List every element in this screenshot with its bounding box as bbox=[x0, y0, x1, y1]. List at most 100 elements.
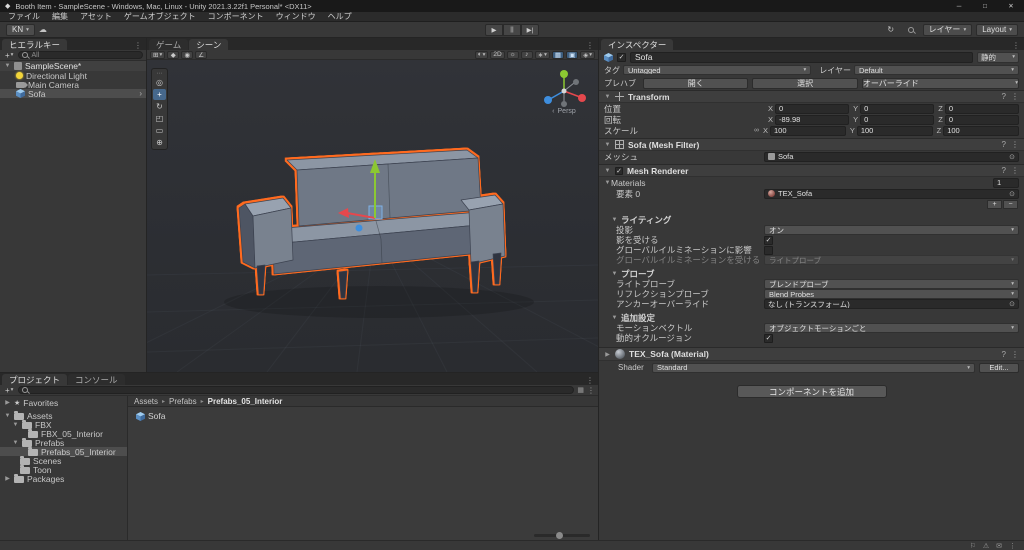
transform-header[interactable]: ▼ Transform ? ⋮ bbox=[599, 90, 1024, 103]
create-object-button[interactable]: + ▾ bbox=[3, 51, 15, 60]
orientation-toggle[interactable]: ◉ bbox=[181, 50, 194, 59]
tab-hierarchy[interactable]: ヒエラルキー bbox=[2, 39, 68, 50]
project-content[interactable]: Assets ▸ Prefabs ▸ Prefabs_05_Interior S… bbox=[128, 396, 598, 540]
dynamic-occlusion-checkbox[interactable]: ✓ bbox=[764, 333, 773, 343]
hierarchy-item-main-camera[interactable]: Main Camera bbox=[0, 80, 146, 90]
more-icon[interactable]: ⋮ bbox=[582, 376, 598, 385]
materials-row[interactable]: ▼ Materials 1 bbox=[599, 177, 1024, 188]
more-icon[interactable]: ⋮ bbox=[1008, 41, 1024, 50]
2d-toggle[interactable]: 2D bbox=[490, 50, 505, 59]
grid-settings-dropdown[interactable]: ⊞ ▾ bbox=[150, 50, 166, 59]
foldout-icon[interactable]: ▼ bbox=[604, 94, 611, 100]
scale-x-field[interactable]: 100 bbox=[770, 125, 846, 136]
thumbnail-size-slider[interactable] bbox=[534, 532, 590, 539]
foldout-icon[interactable]: ▼ bbox=[604, 168, 611, 174]
menu-file[interactable]: ファイル bbox=[2, 11, 46, 22]
menu-help[interactable]: ヘルプ bbox=[322, 11, 358, 22]
rotation-y-field[interactable]: 0 bbox=[860, 114, 935, 125]
grid-visibility-toggle[interactable]: ▦ bbox=[551, 50, 565, 59]
render-mode-dropdown[interactable]: ◐ ▾ bbox=[474, 50, 489, 59]
foldout-icon[interactable]: ▼ bbox=[611, 271, 618, 277]
more-icon[interactable]: ⋮ bbox=[582, 41, 598, 50]
notification-flag-icon[interactable]: ⚐ bbox=[970, 542, 976, 550]
move-tool-button[interactable]: + bbox=[153, 89, 166, 100]
position-y-field[interactable]: 0 bbox=[860, 103, 935, 114]
search-button[interactable] bbox=[903, 24, 919, 36]
hidden-packages-icon[interactable]: ▦ bbox=[577, 386, 584, 394]
scale-y-field[interactable]: 100 bbox=[856, 125, 933, 136]
move-gizmo[interactable] bbox=[147, 60, 598, 372]
foldout-icon[interactable]: ▼ bbox=[4, 63, 11, 69]
menu-gameobject[interactable]: ゲームオブジェクト bbox=[118, 11, 202, 22]
help-icon[interactable]: ? bbox=[1002, 92, 1006, 101]
perspective-label[interactable]: ‹ Persp bbox=[534, 108, 594, 115]
project-folder-prefabs-05-interior[interactable]: Prefabs_05_Interior bbox=[0, 446, 127, 457]
position-z-field[interactable]: 0 bbox=[944, 103, 1019, 114]
reflection-probes-dropdown[interactable]: Blend Probes ▾ bbox=[764, 289, 1019, 299]
create-asset-button[interactable]: + ▾ bbox=[3, 386, 15, 395]
foldout-icon[interactable]: ▼ bbox=[604, 142, 611, 148]
mesh-object-field[interactable]: Sofa ⊙ bbox=[764, 151, 1019, 162]
material-header[interactable]: ▶ TEX_Sofa (Material) ? ⋮ bbox=[599, 347, 1024, 361]
prefab-overrides-dropdown[interactable]: オーバーライド ▾ bbox=[861, 77, 1019, 89]
scene-orientation-gizmo[interactable] bbox=[536, 66, 592, 110]
hierarchy-item-sofa[interactable]: Sofa › bbox=[0, 89, 146, 99]
more-icon[interactable]: ⋮ bbox=[1011, 166, 1019, 175]
motion-vectors-dropdown[interactable]: オブジェクトモーションごと ▾ bbox=[764, 323, 1019, 333]
more-icon[interactable]: ⋮ bbox=[1011, 350, 1019, 359]
audio-toggle[interactable]: ♪ bbox=[520, 50, 533, 59]
foldout-icon[interactable]: ▶ bbox=[4, 399, 11, 406]
component-enabled-checkbox[interactable]: ✓ bbox=[615, 166, 623, 175]
foldout-icon[interactable]: ▼ bbox=[4, 413, 11, 419]
gizmos-dropdown[interactable]: ◈ ▾ bbox=[580, 50, 595, 59]
rect-tool-button[interactable]: ▭ bbox=[153, 125, 166, 136]
tab-console[interactable]: コンソール bbox=[68, 374, 125, 385]
more-icon[interactable]: ⋮ bbox=[1011, 140, 1019, 149]
maximize-button[interactable]: □ bbox=[972, 0, 998, 12]
static-dropdown[interactable]: 静的 ▾ bbox=[977, 51, 1019, 63]
slider-thumb[interactable] bbox=[556, 532, 564, 539]
project-favorites[interactable]: ▶ ★ Favorites bbox=[0, 398, 127, 408]
more-icon[interactable]: ⋮ bbox=[587, 386, 595, 395]
light-probes-dropdown[interactable]: ブレンドプローブ ▾ bbox=[764, 279, 1019, 289]
menu-component[interactable]: コンポーネント bbox=[202, 11, 270, 22]
breadcrumb-assets[interactable]: Assets bbox=[134, 397, 158, 406]
transform-tool-button[interactable]: ⊕ bbox=[153, 137, 166, 148]
scene-viewport[interactable]: ‹ Persp ⋯ ◎ + ↻ ◰ ▭ ⊕ bbox=[147, 60, 598, 372]
foldout-icon[interactable]: ▼ bbox=[611, 217, 618, 223]
rotation-z-field[interactable]: 0 bbox=[944, 114, 1019, 125]
menu-assets[interactable]: アセット bbox=[74, 11, 118, 22]
contribute-gi-checkbox[interactable] bbox=[764, 245, 773, 255]
rotation-x-field[interactable]: -89.98 bbox=[775, 114, 850, 125]
active-checkbox[interactable]: ✓ bbox=[617, 52, 626, 62]
hierarchy-search-input[interactable]: All bbox=[18, 51, 143, 59]
rotate-tool-button[interactable]: ↻ bbox=[153, 101, 166, 112]
help-icon[interactable]: ? bbox=[1002, 350, 1006, 359]
breadcrumb-current[interactable]: Prefabs_05_Interior bbox=[208, 397, 283, 406]
gameobject-name-field[interactable]: Sofa bbox=[630, 51, 973, 63]
effects-dropdown[interactable]: ∗ ▾ bbox=[534, 50, 550, 59]
scene-row[interactable]: ▼ SampleScene* bbox=[0, 61, 146, 71]
prefab-select-button[interactable]: 選択 bbox=[752, 77, 858, 89]
menu-edit[interactable]: 編集 bbox=[46, 11, 74, 22]
menu-window[interactable]: ウィンドウ bbox=[270, 11, 322, 22]
warning-icon[interactable]: ⚠ bbox=[983, 542, 989, 550]
minimize-button[interactable]: ─ bbox=[946, 0, 972, 12]
more-icon[interactable]: ⋮ bbox=[1011, 92, 1019, 101]
close-button[interactable]: ✕ bbox=[998, 0, 1024, 12]
constrain-proportions-icon[interactable]: ∞ bbox=[754, 127, 759, 134]
foldout-icon[interactable]: ▼ bbox=[12, 422, 19, 428]
mesh-filter-header[interactable]: ▼ Sofa (Mesh Filter) ? ⋮ bbox=[599, 138, 1024, 151]
add-component-button[interactable]: コンポーネントを追加 bbox=[736, 385, 887, 398]
snap-toggle[interactable]: ∠ bbox=[195, 50, 208, 59]
overlay-grip[interactable]: ⋯ bbox=[157, 70, 163, 77]
more-icon[interactable]: ⋮ bbox=[130, 41, 146, 50]
scale-z-field[interactable]: 100 bbox=[943, 125, 1020, 136]
materials-count-field[interactable]: 1 bbox=[993, 177, 1019, 188]
layers-dropdown[interactable]: レイヤー ▾ bbox=[922, 23, 973, 36]
console-message-icon[interactable]: ✉ bbox=[996, 542, 1002, 550]
shader-edit-button[interactable]: Edit... bbox=[979, 362, 1019, 373]
open-prefab-arrow[interactable]: › bbox=[139, 89, 146, 98]
anchor-override-field[interactable]: なし (トランスフォーム) ⊙ bbox=[764, 299, 1019, 309]
project-folder-scenes[interactable]: Scenes bbox=[0, 455, 127, 466]
